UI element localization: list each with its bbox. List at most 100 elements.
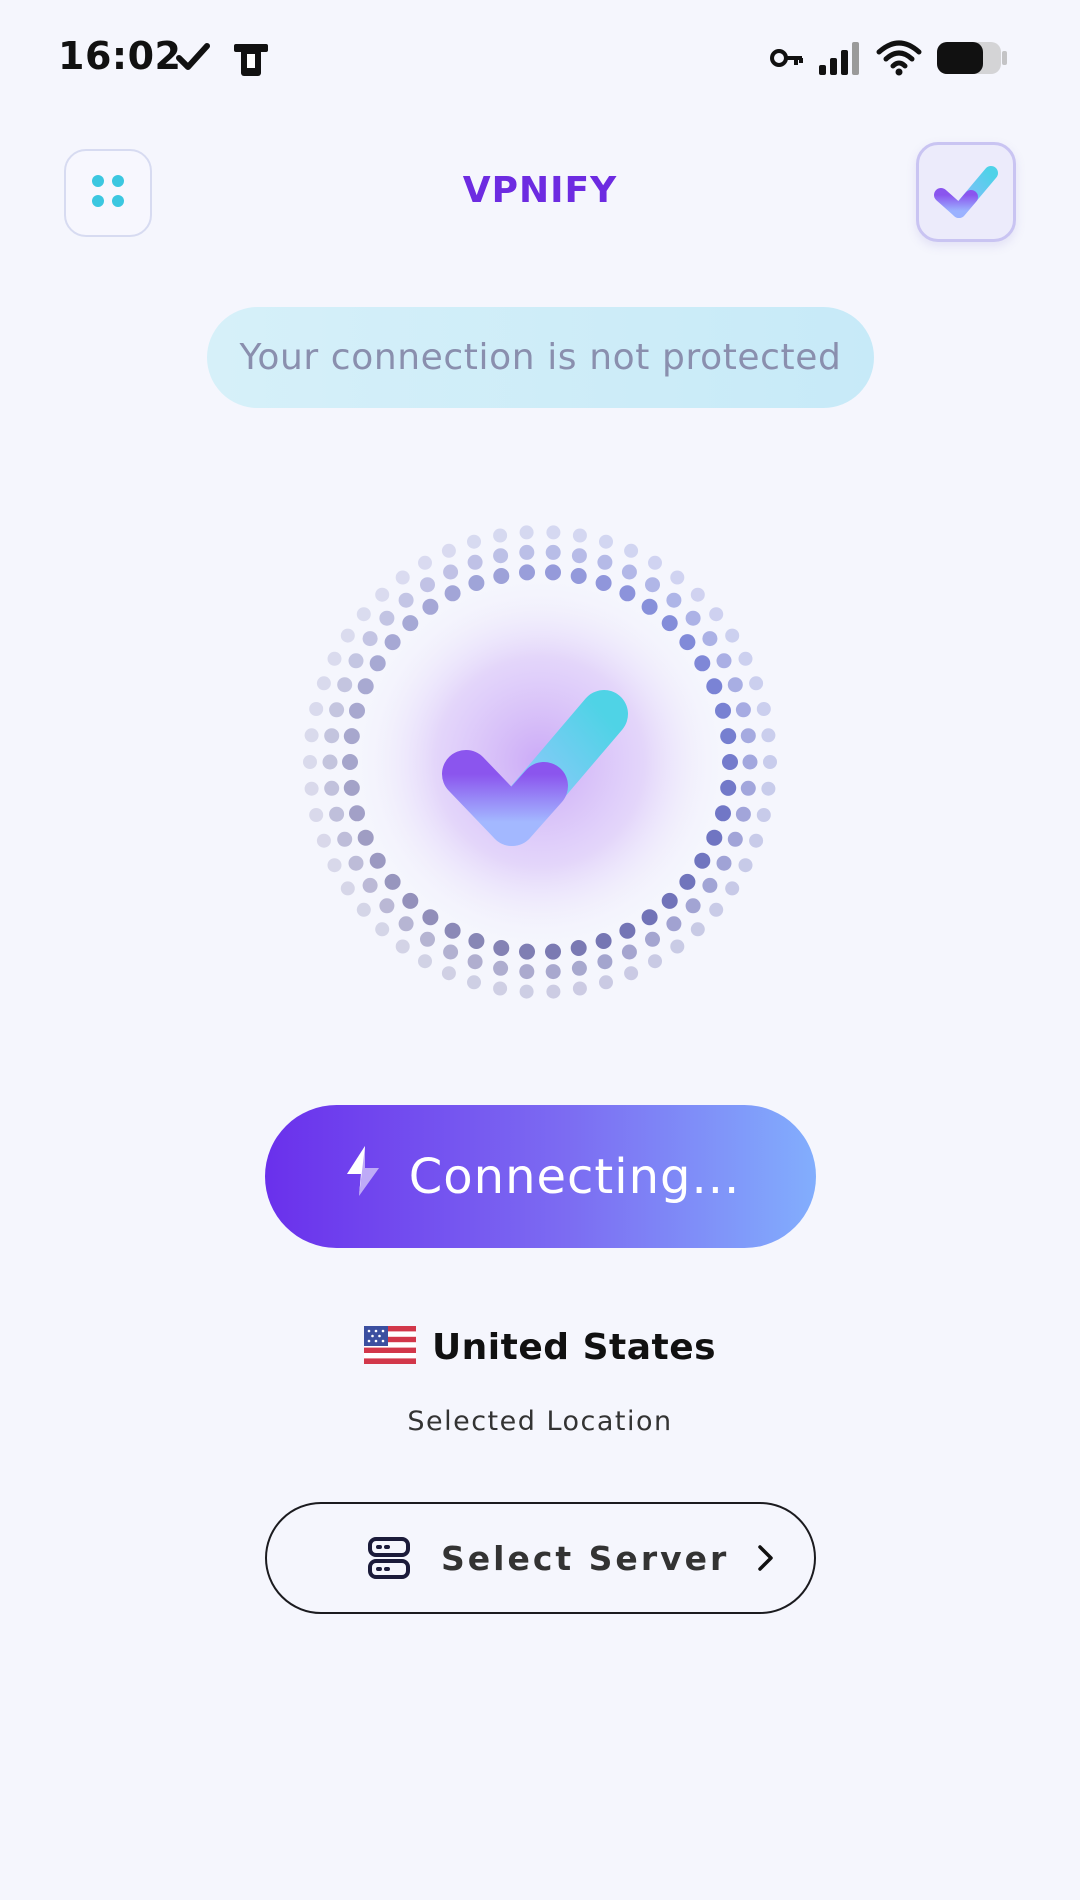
ring-dot <box>641 909 658 926</box>
ring-dot <box>309 808 324 822</box>
vpn-key-icon <box>770 47 804 73</box>
select-server-label: Select Server <box>441 1538 730 1578</box>
ring-dot <box>384 873 401 890</box>
ring-dot <box>329 806 345 822</box>
ring-dot <box>357 829 374 846</box>
ring-dot <box>337 677 353 693</box>
ring-dot <box>441 543 456 558</box>
ring-dot <box>727 831 743 847</box>
ring-dot <box>468 575 485 591</box>
ring-dot <box>324 780 340 796</box>
selected-location[interactable]: United States <box>0 1326 1080 1368</box>
ring-dot <box>727 677 743 693</box>
ring-dot <box>735 806 751 822</box>
connect-button[interactable]: Connecting... <box>265 1105 816 1248</box>
ring-dot <box>661 615 678 632</box>
ring-dot <box>702 877 718 893</box>
ring-dot <box>572 981 587 996</box>
ring-dot <box>468 933 485 949</box>
ring-dot <box>342 754 358 770</box>
ring-dot <box>327 858 342 873</box>
ring-dot <box>545 943 561 960</box>
ring-dot <box>621 944 637 960</box>
location-caption: Selected Location <box>407 1406 673 1437</box>
bolt-icon <box>341 1144 383 1210</box>
ring-dot <box>493 940 510 956</box>
ring-dot <box>670 939 685 954</box>
ring-dot <box>519 943 535 960</box>
ring-dot <box>595 575 612 591</box>
ring-dot <box>597 954 613 970</box>
ring-dot <box>641 598 658 615</box>
ring-dot <box>740 728 756 744</box>
ring-dot <box>571 548 587 564</box>
ring-dot <box>467 975 481 990</box>
ring-dot <box>570 940 587 956</box>
ring-dot <box>624 543 639 558</box>
ring-dot <box>666 916 682 932</box>
ring-dot <box>545 544 561 560</box>
ring-dot <box>418 555 432 570</box>
ring-dot <box>493 960 509 976</box>
ring-dot <box>738 651 753 666</box>
ring-dot <box>420 931 435 947</box>
ring-dot <box>702 631 718 647</box>
ring-dot <box>467 534 481 549</box>
premium-logo-button[interactable] <box>916 142 1016 242</box>
ring-dot <box>545 964 561 980</box>
select-server-button[interactable]: Select Server <box>265 1502 816 1614</box>
ring-dot <box>661 892 678 909</box>
ring-dot <box>666 592 682 608</box>
ring-dot <box>679 634 696 651</box>
ring-dot <box>379 898 395 914</box>
ring-dot <box>340 628 355 643</box>
ring-dot <box>572 528 587 543</box>
ring-dot <box>725 881 740 896</box>
ring-dot <box>357 678 374 695</box>
ring-dot <box>304 781 319 796</box>
ring-dot <box>519 525 534 540</box>
ring-dot <box>599 975 613 990</box>
ring-dot <box>327 651 342 666</box>
ring-dot <box>715 805 731 822</box>
ring-dot <box>316 833 331 848</box>
ring-dot <box>444 922 461 939</box>
ring-dot <box>356 607 371 622</box>
ring-dot <box>706 829 723 846</box>
ring-dot <box>685 610 701 626</box>
ring-dot <box>694 852 711 869</box>
ring-dot <box>402 615 419 632</box>
ring-dot <box>343 728 360 745</box>
ring-dot <box>761 728 776 743</box>
ring-dot <box>645 577 660 593</box>
ring-dot <box>709 607 724 622</box>
ring-dot <box>375 922 390 937</box>
status-time: 16:02 <box>58 34 182 78</box>
ring-dot <box>329 702 345 718</box>
ring-dot <box>715 702 731 719</box>
ring-dot <box>763 755 777 769</box>
ring-dot <box>398 916 414 932</box>
ring-dot <box>422 909 439 926</box>
ring-dot <box>493 568 510 584</box>
ring-dot <box>685 898 701 914</box>
server-icon <box>367 1536 411 1580</box>
ring-dot <box>619 585 636 602</box>
ring-dot <box>362 877 378 893</box>
ring-dot <box>309 702 324 716</box>
ring-dot <box>443 944 459 960</box>
ring-dot <box>303 755 317 769</box>
ring-dot <box>337 831 353 847</box>
ring-dot <box>304 728 319 743</box>
ring-dot <box>398 592 414 608</box>
battery-icon <box>936 41 1008 79</box>
ring-dot <box>722 754 738 770</box>
ring-dot <box>493 528 508 543</box>
ring-dot <box>343 779 360 796</box>
ring-dot <box>709 902 724 917</box>
ring-dot <box>348 653 364 669</box>
ring-dot <box>545 564 561 581</box>
ring-dot <box>316 676 331 691</box>
ring-dot <box>742 754 758 770</box>
ring-dot <box>384 634 401 651</box>
